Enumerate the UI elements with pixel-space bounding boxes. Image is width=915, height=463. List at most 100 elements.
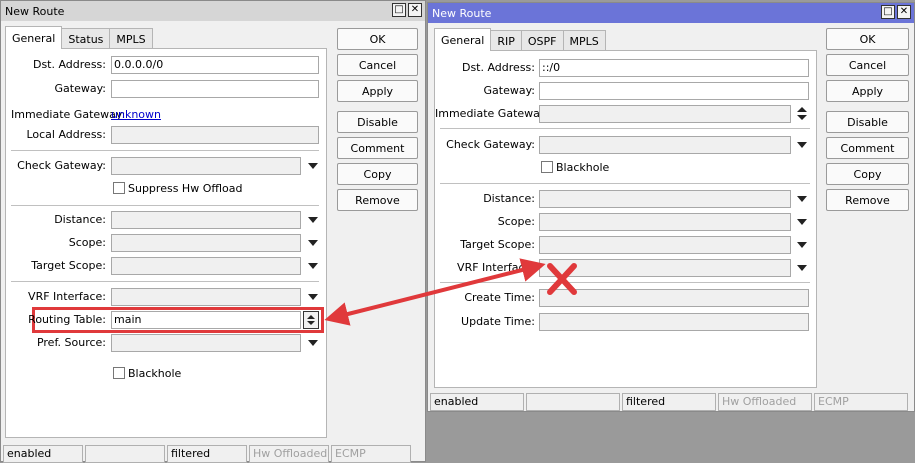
right-window-titlebar[interactable]: New Route □ ✕ [428,3,914,23]
maximize-icon[interactable]: □ [881,5,895,19]
status-hw-offloaded: Hw Offloaded [249,445,329,463]
copy-button[interactable]: Copy [826,163,909,185]
right-status-bar: enabled filtered Hw Offloaded ECMP [430,393,910,411]
tab-mpls[interactable]: MPLS [562,30,606,51]
local-address-label: Local Address: [26,128,106,141]
left-window-titlebar[interactable]: New Route □ ✕ [1,1,425,21]
suppress-hw-offload-label: Suppress Hw Offload [128,182,243,195]
left-general-panel: Dst. Address: 0.0.0.0/0 Gateway: Immedia… [5,48,327,438]
comment-button[interactable]: Comment [337,137,418,159]
routing-table-select[interactable]: main [111,311,301,329]
immediate-gateway-label: Immediate Gateway: [11,108,126,121]
comment-button[interactable]: Comment [826,137,909,159]
apply-button[interactable]: Apply [337,80,418,102]
left-route-window: New Route □ ✕ General Status MPLS Dst. A… [0,0,426,463]
pref-source-dropdown-icon[interactable] [308,340,318,346]
gateway-input[interactable] [539,82,809,100]
separator [440,282,810,283]
maximize-icon[interactable]: □ [392,3,406,17]
scope-dropdown-icon[interactable] [308,240,318,246]
remove-button[interactable]: Remove [826,189,909,211]
check-gateway-label: Check Gateway: [446,138,535,151]
update-time-label: Update Time: [461,315,535,328]
ok-button[interactable]: OK [826,28,909,50]
right-window-title: New Route [432,6,492,20]
distance-dropdown-icon[interactable] [797,196,807,202]
check-gateway-dropdown-icon[interactable] [308,163,318,169]
create-time-field [539,289,809,307]
create-time-label: Create Time: [464,291,535,304]
check-gateway-label: Check Gateway: [17,159,106,172]
cancel-button[interactable]: Cancel [826,54,909,76]
cancel-button[interactable]: Cancel [337,54,418,76]
status-ecmp: ECMP [814,393,908,411]
immediate-gateway-link[interactable]: unknown [111,108,161,121]
separator [440,128,810,129]
status-empty [85,445,165,463]
disable-button[interactable]: Disable [826,111,909,133]
target-scope-select[interactable] [539,236,791,254]
dst-address-input[interactable]: ::/0 [539,59,809,77]
left-window-title: New Route [5,4,65,18]
tab-rip[interactable]: RIP [490,30,522,51]
vrf-interface-select[interactable] [111,288,301,306]
blackhole-label: Blackhole [556,161,610,174]
pref-source-select[interactable] [111,334,301,352]
tab-general[interactable]: General [5,26,63,49]
scope-select[interactable] [539,213,791,231]
vrf-interface-label: VRF Interface: [457,261,535,274]
scope-select[interactable] [111,234,301,252]
tab-general[interactable]: General [434,28,492,51]
right-general-panel: Dst. Address: ::/0 Gateway: Immediate Ga… [434,50,817,388]
status-empty [526,393,620,411]
distance-dropdown-icon[interactable] [308,217,318,223]
dst-address-label: Dst. Address: [461,61,535,74]
remove-button[interactable]: Remove [337,189,418,211]
status-ecmp: ECMP [331,445,411,463]
scope-label: Scope: [68,236,106,249]
check-gateway-select[interactable] [111,157,301,175]
check-gateway-dropdown-icon[interactable] [797,142,807,148]
status-filtered: filtered [622,393,716,411]
vrf-interface-select[interactable] [539,259,791,277]
close-icon[interactable]: ✕ [408,3,422,17]
target-scope-dropdown-icon[interactable] [308,263,318,269]
disable-button[interactable]: Disable [337,111,418,133]
close-icon[interactable]: ✕ [897,5,911,19]
immediate-gateway-updown-icon[interactable] [796,106,808,122]
distance-select[interactable] [539,190,791,208]
gateway-label: Gateway: [54,82,107,95]
tab-ospf[interactable]: OSPF [520,30,564,51]
immediate-gateway-label: Immediate Gateway: [435,107,550,120]
routing-table-updown-icon[interactable] [303,311,319,329]
dst-address-label: Dst. Address: [32,58,106,71]
target-scope-select[interactable] [111,257,301,275]
blackhole-checkbox[interactable] [541,161,553,173]
apply-button[interactable]: Apply [826,80,909,102]
distance-select[interactable] [111,211,301,229]
tab-status[interactable]: Status [61,28,111,49]
target-scope-label: Target Scope: [31,259,106,272]
separator [11,150,319,151]
ok-button[interactable]: OK [337,28,418,50]
tab-mpls[interactable]: MPLS [109,28,153,49]
vrf-interface-dropdown-icon[interactable] [797,265,807,271]
separator [11,281,319,282]
check-gateway-select[interactable] [539,136,791,154]
gateway-input[interactable] [111,80,319,98]
update-time-field [539,313,809,331]
separator [11,205,319,206]
separator [440,183,810,184]
distance-label: Distance: [54,213,106,226]
right-route-window: New Route □ ✕ General RIP OSPF MPLS Dst.… [427,2,915,412]
vrf-interface-label: VRF Interface: [28,290,106,303]
suppress-hw-offload-checkbox[interactable] [113,182,125,194]
left-status-bar: enabled filtered Hw Offloaded ECMP [3,445,413,463]
target-scope-dropdown-icon[interactable] [797,242,807,248]
dst-address-input[interactable]: 0.0.0.0/0 [111,56,319,74]
routing-table-label: Routing Table: [28,313,106,326]
blackhole-checkbox[interactable] [113,367,125,379]
vrf-interface-dropdown-icon[interactable] [308,294,318,300]
copy-button[interactable]: Copy [337,163,418,185]
scope-dropdown-icon[interactable] [797,219,807,225]
